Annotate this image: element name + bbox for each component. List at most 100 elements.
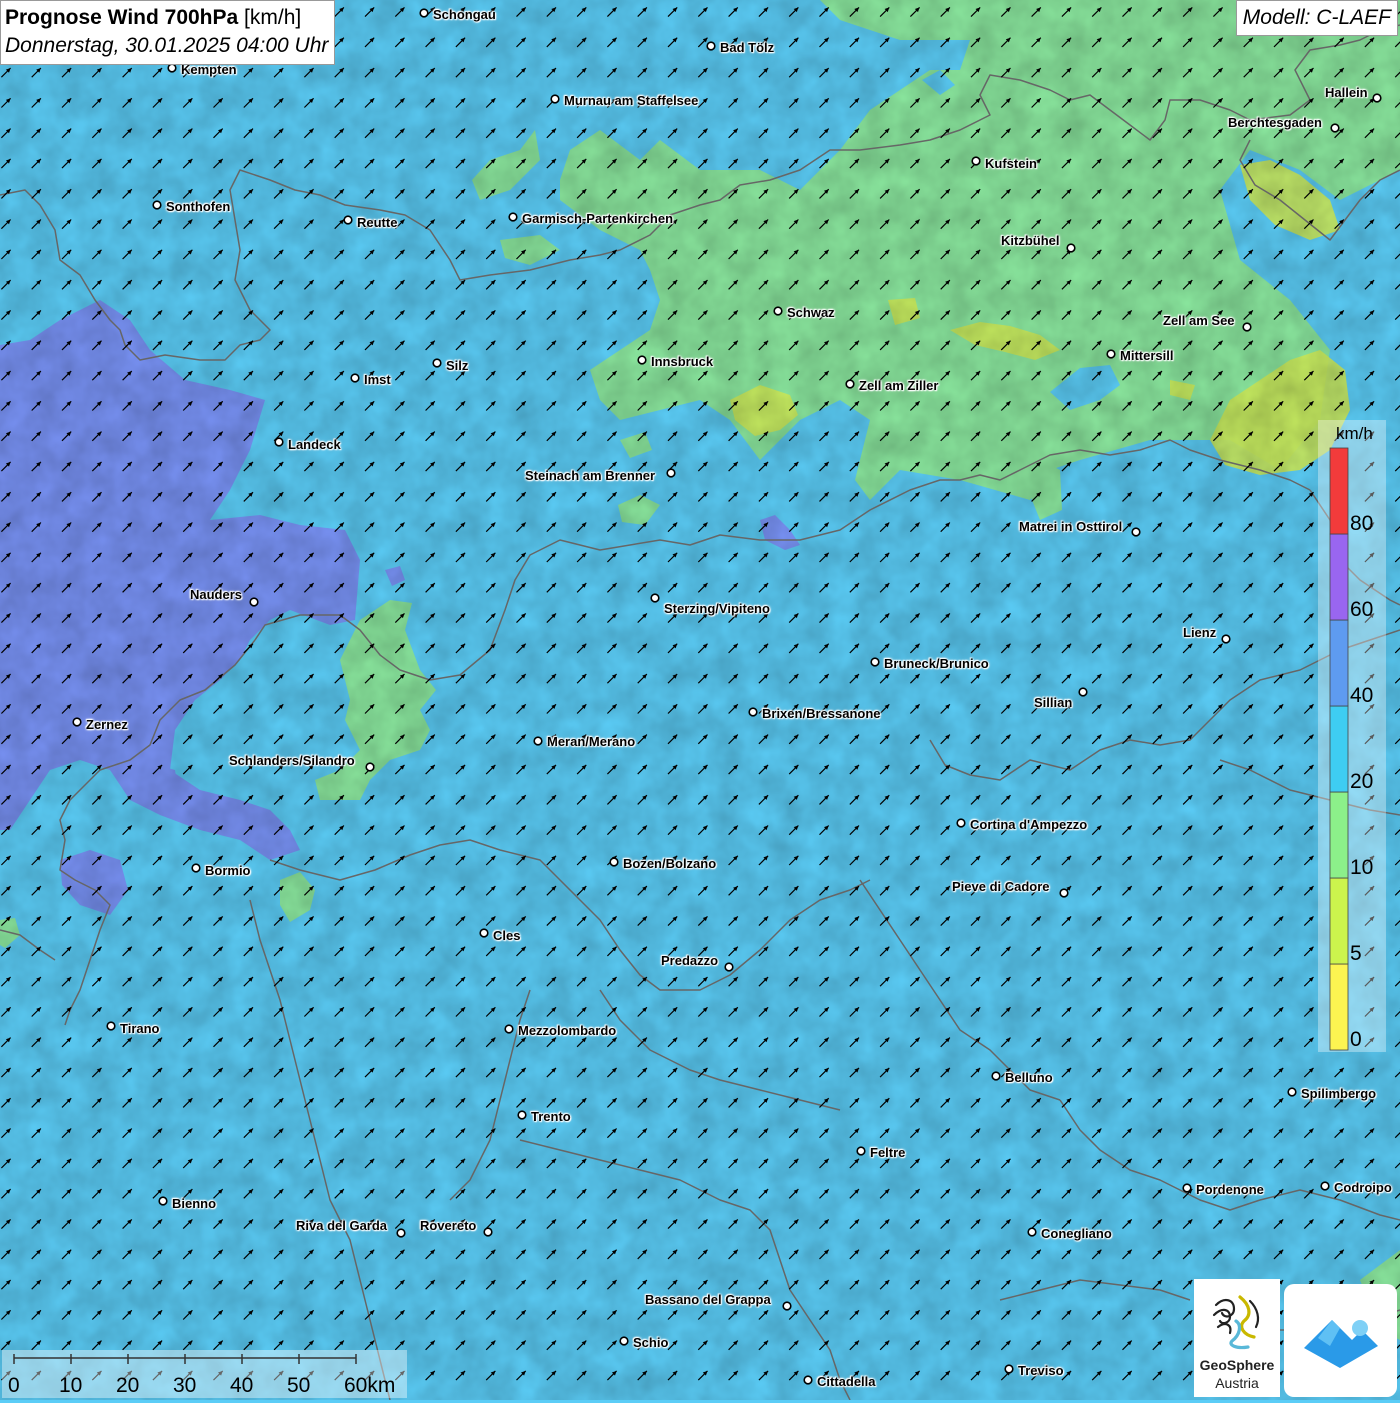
scale-label: 50 bbox=[287, 1374, 310, 1397]
city-label: Feltre bbox=[870, 1145, 905, 1160]
legend-swatch-0 bbox=[1330, 964, 1348, 1050]
city-label: Riva del Garda bbox=[296, 1218, 387, 1233]
city-marker bbox=[484, 1228, 492, 1236]
city-marker bbox=[1288, 1088, 1296, 1096]
scale-label: 20 bbox=[116, 1374, 139, 1397]
city-marker bbox=[505, 1025, 513, 1033]
city-marker bbox=[1183, 1184, 1191, 1192]
city-label: Bormio bbox=[205, 863, 251, 878]
city-label: Sonthofen bbox=[166, 199, 230, 214]
city-label: Sillian bbox=[1034, 695, 1072, 710]
city-label: Schio bbox=[633, 1335, 668, 1350]
city-marker bbox=[651, 594, 659, 602]
city-marker bbox=[1060, 889, 1068, 897]
city-label: Trento bbox=[531, 1109, 571, 1124]
city-marker bbox=[871, 658, 879, 666]
scale-label: 0 bbox=[8, 1374, 20, 1397]
city-label: Bruneck/Brunico bbox=[884, 656, 989, 671]
city-label: Cortina d'Ampezzo bbox=[970, 817, 1087, 832]
city-label: Steinach am Brenner bbox=[525, 468, 655, 483]
city-marker bbox=[551, 95, 559, 103]
city-marker bbox=[1331, 124, 1339, 132]
city-marker bbox=[420, 9, 428, 17]
city-marker bbox=[638, 356, 646, 364]
city-marker bbox=[480, 929, 488, 937]
city-marker bbox=[1107, 350, 1115, 358]
model-label: Modell: C-LAEF bbox=[1236, 0, 1398, 36]
city-label: Imst bbox=[364, 372, 391, 387]
city-label: Bienno bbox=[172, 1196, 216, 1211]
city-marker bbox=[366, 763, 374, 771]
scale-label: 30 bbox=[173, 1374, 196, 1397]
city-label: Spilimbergo bbox=[1301, 1086, 1376, 1101]
city-label: Zell am See bbox=[1163, 313, 1235, 328]
city-marker bbox=[707, 42, 715, 50]
title-box: Prognose Wind 700hPa [km/h] Donnerstag, … bbox=[0, 0, 335, 65]
city-label: Cles bbox=[493, 928, 520, 943]
legend-swatch-10 bbox=[1330, 792, 1348, 878]
city-label: Nauders bbox=[190, 587, 242, 602]
legend-label-10: 10 bbox=[1350, 856, 1373, 879]
city-label: Kufstein bbox=[985, 156, 1037, 171]
city-marker bbox=[344, 216, 352, 224]
legend-label-60: 60 bbox=[1350, 598, 1373, 621]
map-title-unit: [km/h] bbox=[244, 6, 301, 29]
city-marker bbox=[783, 1302, 791, 1310]
map-title: Prognose Wind 700hPa [km/h] bbox=[5, 4, 328, 32]
city-label: Belluno bbox=[1005, 1070, 1053, 1085]
city-label: Bozen/Bolzano bbox=[623, 856, 716, 871]
city-label: Zell am Ziller bbox=[859, 378, 938, 393]
legend-swatch-40 bbox=[1330, 620, 1348, 706]
legend-swatch-80 bbox=[1330, 448, 1348, 534]
scale-label: 40 bbox=[230, 1374, 253, 1397]
city-label: Codroipo bbox=[1334, 1180, 1392, 1195]
geosphere-logo[interactable]: GeoSphere Austria bbox=[1194, 1279, 1280, 1397]
city-marker bbox=[972, 157, 980, 165]
scale-bar: 0102030405060km bbox=[2, 1350, 407, 1398]
city-marker bbox=[804, 1376, 812, 1384]
city-marker bbox=[107, 1022, 115, 1030]
city-marker bbox=[610, 858, 618, 866]
city-marker bbox=[518, 1111, 526, 1119]
city-marker bbox=[509, 213, 517, 221]
city-label: Mezzolombardo bbox=[518, 1023, 616, 1038]
forecast-datetime: Donnerstag, 30.01.2025 04:00 Uhr bbox=[5, 32, 328, 60]
city-label: Meran/Merano bbox=[547, 734, 635, 749]
city-marker bbox=[534, 737, 542, 745]
legend-label-80: 80 bbox=[1350, 512, 1373, 535]
city-marker bbox=[1028, 1228, 1036, 1236]
scale-label: 60km bbox=[344, 1374, 395, 1397]
legend-label-20: 20 bbox=[1350, 770, 1373, 793]
city-marker bbox=[725, 963, 733, 971]
city-marker bbox=[192, 864, 200, 872]
legend-swatch-60 bbox=[1330, 534, 1348, 620]
scale-bar-ticks: 0102030405060km bbox=[2, 1350, 407, 1398]
city-marker bbox=[857, 1147, 865, 1155]
city-label: Kitzbühel bbox=[1001, 233, 1060, 248]
city-marker bbox=[957, 819, 965, 827]
city-marker bbox=[774, 307, 782, 315]
city-label: Lienz bbox=[1183, 625, 1216, 640]
city-marker bbox=[620, 1337, 628, 1345]
city-marker bbox=[397, 1229, 405, 1237]
city-marker bbox=[749, 708, 757, 716]
city-label: Innsbruck bbox=[651, 354, 713, 369]
city-label: Brixen/Bressanone bbox=[762, 706, 881, 721]
city-marker bbox=[250, 598, 258, 606]
city-label: Rovereto bbox=[420, 1218, 476, 1233]
city-marker bbox=[168, 64, 176, 72]
legend-swatch-5 bbox=[1330, 878, 1348, 964]
legend-swatch-20 bbox=[1330, 706, 1348, 792]
geosphere-subtitle: Austria bbox=[1194, 1375, 1280, 1391]
city-label: Schongau bbox=[433, 7, 496, 22]
city-marker bbox=[1079, 688, 1087, 696]
legend-color-bar: 051020406080 bbox=[1318, 440, 1398, 1060]
city-label: Landeck bbox=[288, 437, 341, 452]
city-label: Pordenone bbox=[1196, 1182, 1264, 1197]
city-marker bbox=[73, 718, 81, 726]
city-marker bbox=[1222, 635, 1230, 643]
legend-label-0: 0 bbox=[1350, 1028, 1362, 1051]
geosphere-swirl-icon bbox=[1210, 1291, 1266, 1351]
city-label: Conegliano bbox=[1041, 1226, 1112, 1241]
weather-app-logo[interactable] bbox=[1284, 1284, 1397, 1397]
